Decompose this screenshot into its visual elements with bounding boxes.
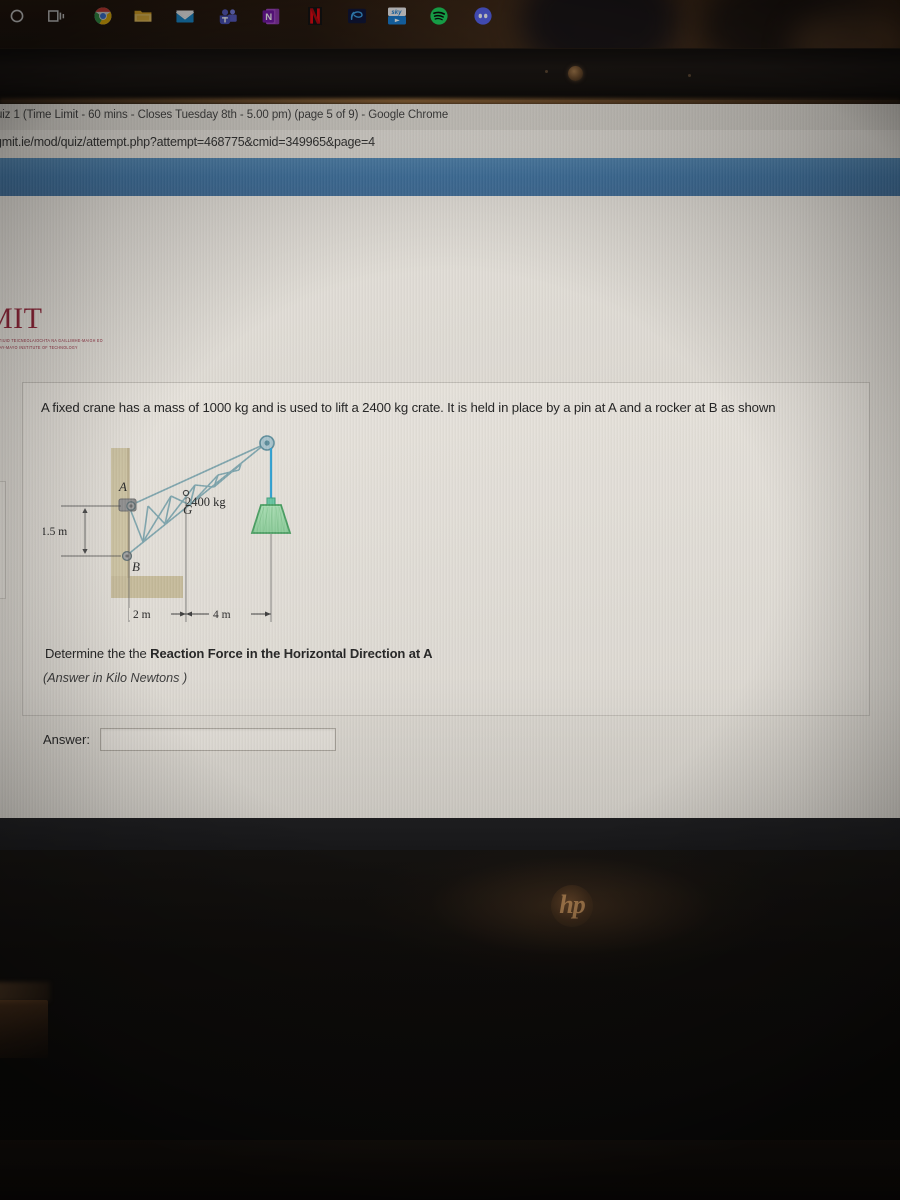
crane-diagram-svg: A B G 2400 kg 1.5 m 2 m 4 m [43, 435, 292, 622]
question-prompt: Determine the the Reaction Force in the … [45, 646, 433, 661]
rocker-support-b [121, 550, 133, 562]
site-header-bar [0, 158, 900, 196]
search-icon[interactable] [8, 7, 26, 25]
laptop-top-bezel [0, 48, 900, 100]
spotify-icon[interactable] [430, 7, 448, 25]
answer-input[interactable] [99, 728, 336, 751]
desk-object-blur [0, 982, 50, 1002]
crate-mass-label: 2400 kg [185, 495, 226, 509]
figure-label-b: B [132, 559, 140, 574]
laptop-screen: uiz 1 (Time Limit - 60 mins - Closes Tue… [0, 104, 900, 818]
chrome-title-bar: uiz 1 (Time Limit - 60 mins - Closes Tue… [0, 104, 900, 130]
crane-diagram: A B G 2400 kg 1.5 m 2 m 4 m [43, 428, 315, 628]
dimension-label-4m: 4 m [213, 609, 231, 621]
desk-object [0, 1000, 48, 1058]
gmit-logo[interactable]: MIT INSTITIUID TEICNEOLAIOCHTA NA GAILLI… [0, 302, 103, 351]
cable-hook [266, 497, 276, 506]
dimension-extension-lines [128, 498, 272, 622]
bezel-sensor-dot [545, 70, 548, 73]
figure-label-a: A [118, 479, 127, 494]
question-prompt-prefix: Determine the the [45, 646, 151, 661]
gmit-logo-mark: MIT [0, 302, 43, 335]
question-statement: A fixed crane has a mass of 1000 kg and … [41, 400, 776, 415]
sky-go-icon[interactable]: sky [388, 7, 406, 25]
discord-icon[interactable] [474, 7, 492, 25]
question-card: A fixed crane has a mass of 1000 kg and … [22, 382, 870, 751]
task-view-icon[interactable] [47, 7, 65, 25]
netflix-icon[interactable] [306, 7, 324, 25]
desk-surface [0, 1140, 900, 1200]
gmit-logo-subtitle-irish: INSTITIUID TEICNEOLAIOCHTA NA GAILLIMHE-… [0, 338, 103, 344]
pin-support-a [118, 498, 137, 512]
file-explorer-icon[interactable] [134, 7, 152, 25]
address-bar-url[interactable]: gmit.ie/mod/quiz/attempt.php?attempt=468… [0, 135, 375, 149]
dimension-label-vertical: 1.5 m [43, 526, 67, 538]
page-body: MIT INSTITIUID TEICNEOLAIOCHTA NA GAILLI… [0, 196, 900, 818]
hp-logo-text: hp [559, 890, 585, 919]
pulley-icon [259, 435, 275, 451]
microsoft-teams-icon[interactable] [219, 7, 237, 25]
wall-support [111, 448, 183, 598]
disney-plus-icon[interactable] [348, 7, 366, 25]
chrome-address-bar[interactable]: gmit.ie/mod/quiz/attempt.php?attempt=468… [0, 130, 900, 158]
svg-text:sky: sky [391, 10, 402, 16]
question-prompt-emphasis: Reaction Force in the Horizontal Directi… [150, 646, 433, 661]
quiz-navigation-panel-edge [0, 481, 6, 599]
mail-icon[interactable] [176, 7, 194, 25]
gmit-logo-subtitle-english: GALWAY-MAYO INSTITUTE OF TECHNOLOGY [0, 345, 78, 351]
dimension-label-2m: 2 m [133, 609, 151, 621]
photo-of-laptop-screen: uiz 1 (Time Limit - 60 mins - Closes Tue… [0, 0, 900, 1200]
answer-row: Answer: [43, 728, 336, 751]
onenote-icon[interactable]: N [262, 7, 280, 25]
svg-text:N: N [265, 12, 272, 23]
windows-taskbar [0, 818, 900, 850]
webcam-icon [568, 66, 583, 81]
bezel-sensor-dot [688, 74, 691, 77]
chrome-icon[interactable] [94, 7, 112, 25]
question-units-note: (Answer in Kilo Newtons ) [43, 671, 188, 685]
hp-brand-logo: hp [551, 885, 593, 927]
browser-tab-title[interactable]: uiz 1 (Time Limit - 60 mins - Closes Tue… [0, 109, 448, 121]
answer-label: Answer: [43, 732, 90, 747]
